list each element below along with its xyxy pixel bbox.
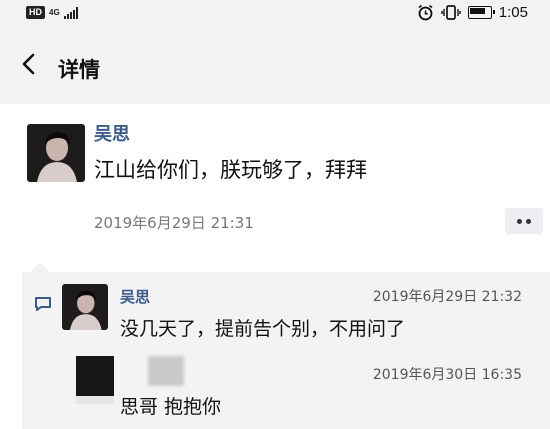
comment-item[interactable]: 吴思 2019年6月29日 21:32 没几天了，提前告个别，不用问了 bbox=[62, 278, 550, 346]
comment-author[interactable]: 吴思 bbox=[120, 286, 150, 307]
comment-timestamp: 2019年6月29日 21:32 bbox=[372, 289, 522, 305]
comment-text: 没几天了，提前告个别，不用问了 bbox=[120, 318, 406, 340]
vibrate-icon bbox=[441, 5, 461, 20]
battery-icon bbox=[467, 6, 495, 19]
avatar[interactable] bbox=[62, 284, 108, 330]
comment-timestamp: 2019年6月30日 16:35 bbox=[372, 367, 522, 383]
post-timestamp: 2019年6月29日 21:31 bbox=[94, 214, 254, 232]
header: 详情 bbox=[0, 28, 550, 104]
comment-area: 吴思 2019年6月29日 21:32 没几天了，提前告个别，不用问了 2019… bbox=[22, 272, 550, 429]
back-icon[interactable] bbox=[16, 50, 44, 78]
network-type: 4G bbox=[49, 7, 60, 17]
dot-icon bbox=[526, 218, 531, 224]
comment-icon bbox=[35, 297, 51, 311]
redacted-author bbox=[148, 356, 184, 386]
alarm-icon bbox=[418, 4, 433, 21]
status-time: 1:05 bbox=[498, 4, 528, 21]
status-bar: HD 4G 1:05 bbox=[0, 0, 550, 28]
moment-post: 吴思 江山给你们，朕玩够了，拜拜 2019年6月29日 21:31 bbox=[0, 104, 550, 254]
dot-icon bbox=[517, 218, 522, 224]
avatar[interactable] bbox=[27, 124, 85, 182]
post-text: 江山给你们，朕玩够了，拜拜 bbox=[94, 158, 367, 182]
avatar[interactable] bbox=[76, 356, 114, 404]
hd-badge: HD bbox=[26, 6, 45, 19]
page-title: 详情 bbox=[58, 58, 100, 82]
comment-text: 思哥 抱抱你 bbox=[120, 396, 222, 418]
status-left: HD 4G bbox=[26, 6, 78, 19]
comment-area-pointer bbox=[30, 262, 50, 272]
status-right: 1:05 bbox=[417, 4, 528, 21]
signal-icon bbox=[63, 6, 78, 19]
post-author[interactable]: 吴思 bbox=[94, 120, 130, 146]
comment-item[interactable]: 2019年6月30日 16:35 思哥 抱抱你 bbox=[62, 352, 550, 429]
more-options-button[interactable] bbox=[505, 208, 543, 234]
